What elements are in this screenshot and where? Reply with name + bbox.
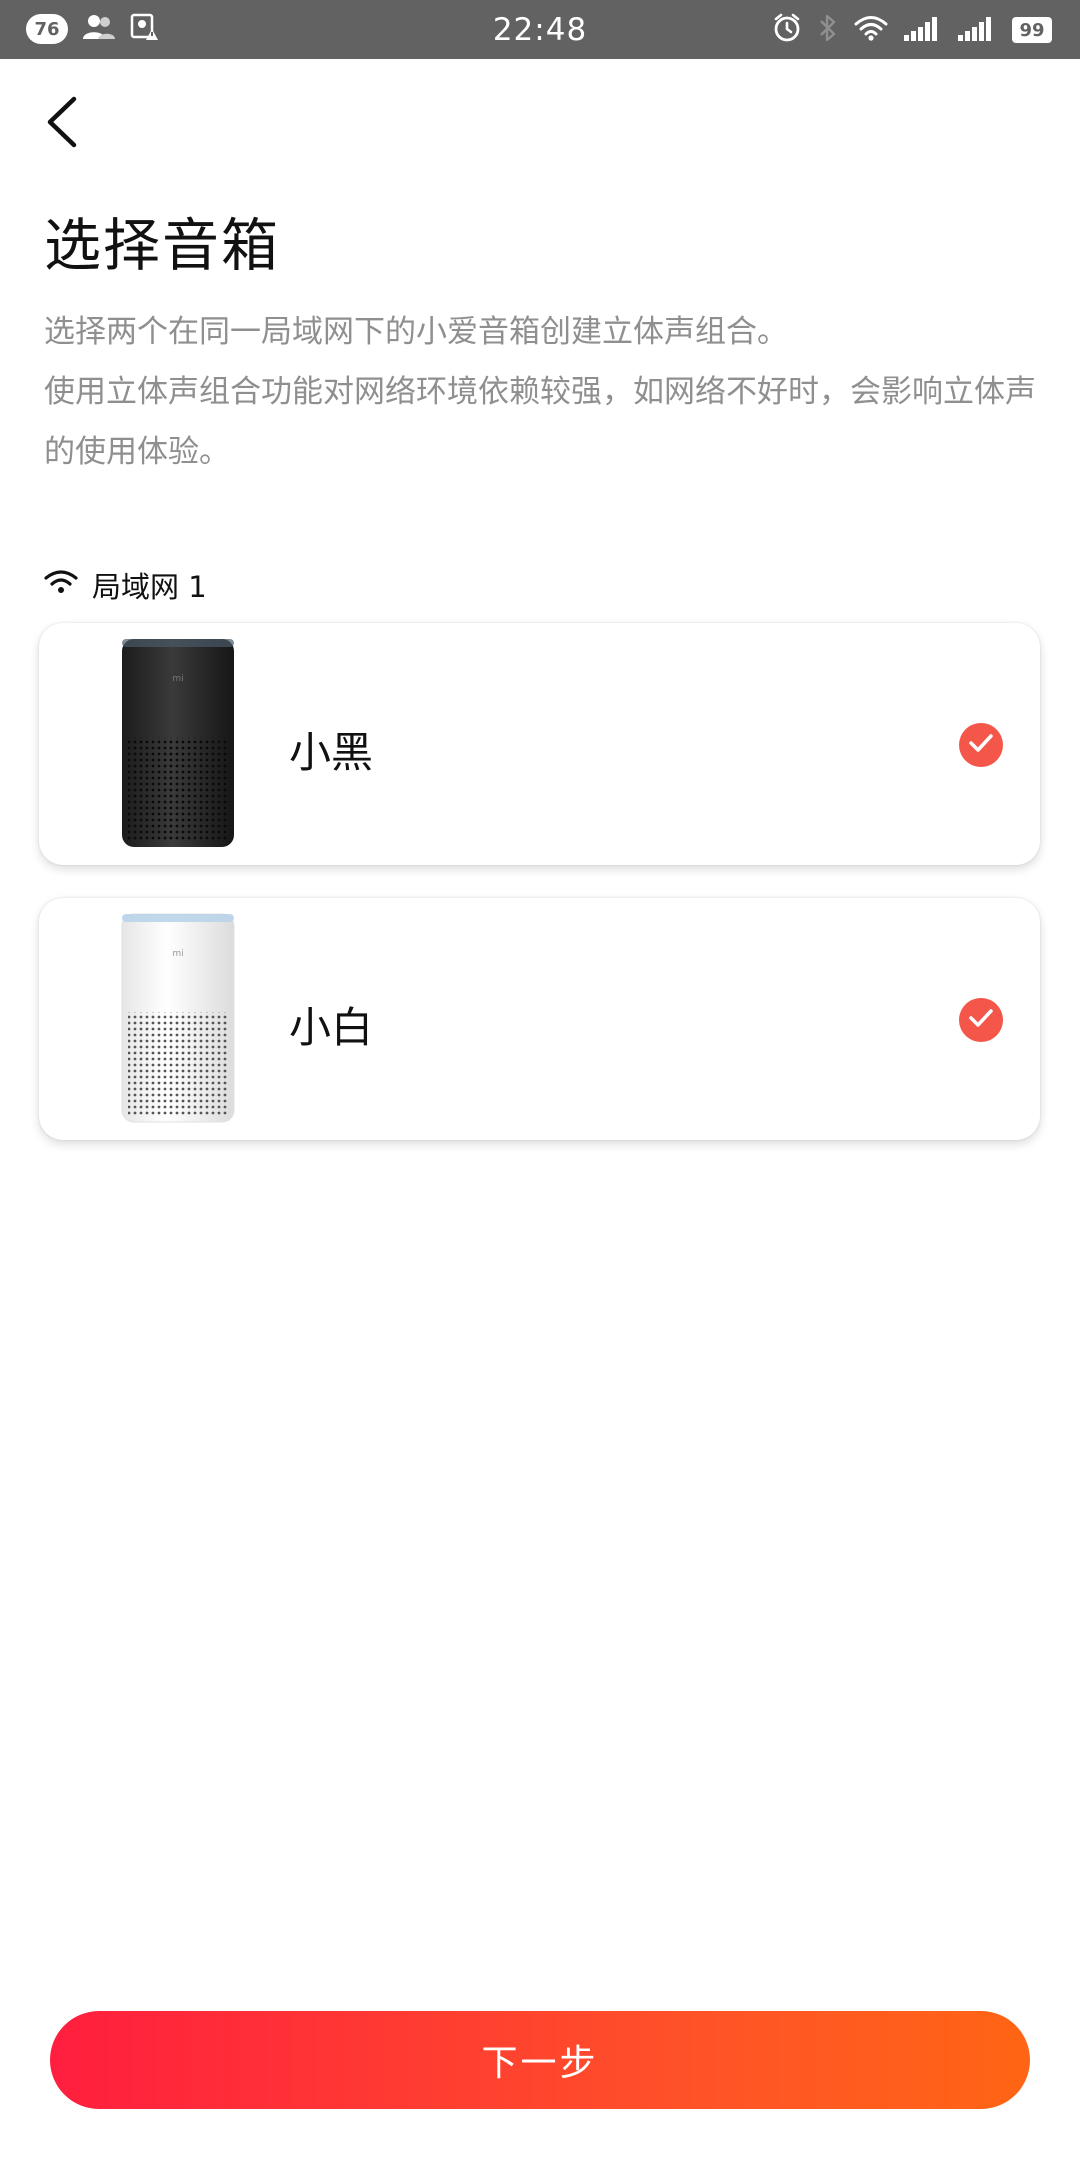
signal-icon [958, 15, 996, 45]
description: 选择两个在同一局域网下的小爱音箱创建立体声组合。 使用立体声组合功能对网络环境依… [44, 302, 1044, 482]
speaker-name: 小白 [289, 1003, 374, 1052]
svg-text:mi: mi [172, 949, 183, 959]
status-bar: 76 22:48 99 [0, 0, 1080, 59]
network-name: 局域网 1 [92, 570, 207, 604]
speaker-image-white: mi [120, 912, 236, 1124]
page-title: 选择音箱 [44, 213, 280, 279]
back-button[interactable] [40, 96, 84, 152]
battery-level: 99 [1012, 17, 1052, 43]
speaker-card[interactable]: mi 小黑 [39, 623, 1040, 865]
bluetooth-icon [818, 13, 838, 47]
signal-icon [904, 15, 942, 45]
speaker-card[interactable]: mi 小白 [39, 898, 1040, 1140]
wifi-icon [854, 14, 888, 46]
speaker-name: 小黑 [289, 728, 374, 777]
chevron-left-icon [44, 95, 80, 153]
next-button[interactable]: 下一步 [50, 2011, 1030, 2109]
svg-text:mi: mi [172, 674, 183, 684]
description-line-2: 使用立体声组合功能对网络环境依赖较强，如网络不好时，会影响立体声的使用体验。 [44, 374, 1036, 470]
network-section-label: 局域网 1 [44, 564, 207, 606]
status-right: 99 [772, 13, 1052, 47]
alarm-icon [772, 13, 802, 47]
selected-check[interactable] [959, 998, 1003, 1042]
selected-check[interactable] [959, 723, 1003, 767]
check-icon [968, 733, 994, 757]
description-line-1: 选择两个在同一局域网下的小爱音箱创建立体声组合。 [44, 314, 788, 350]
speaker-image-black: mi [120, 637, 236, 849]
check-icon [968, 1008, 994, 1032]
wifi-icon [44, 568, 78, 602]
